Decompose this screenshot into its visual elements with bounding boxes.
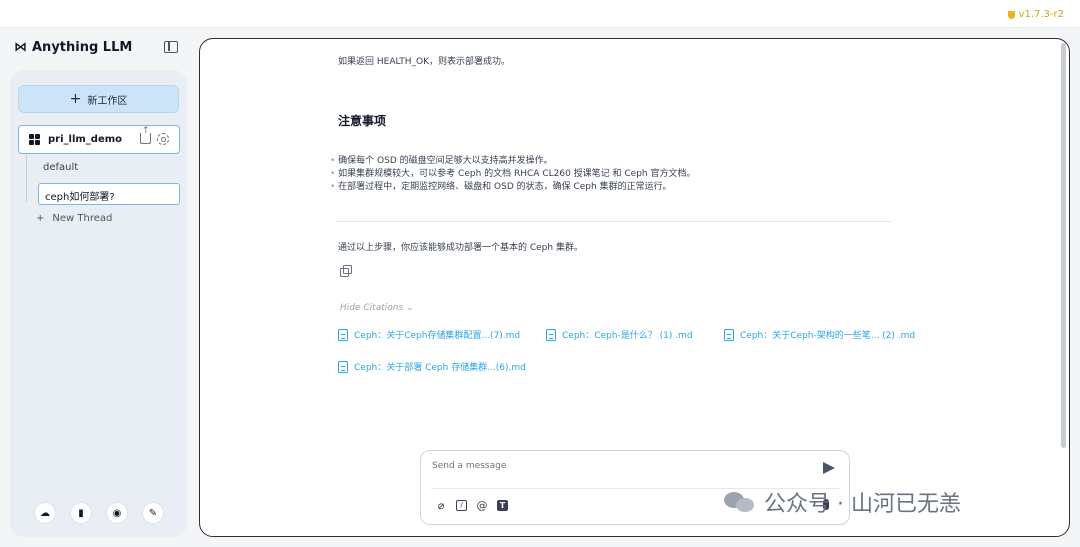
docs-book-icon[interactable]: ▮ [70, 502, 92, 524]
scrollbar[interactable] [1061, 43, 1066, 448]
list-item: 确保每个 OSD 的磁盘空间足够大以支持高并发操作。 [330, 155, 695, 168]
top-bar: v1.7.3-r2 [0, 0, 1080, 28]
citation-link[interactable]: Ceph：Ceph-是什么？ (1) .md [546, 328, 693, 341]
wechat-logo-icon [722, 489, 758, 515]
new-thread-button[interactable]: + New Thread [36, 213, 112, 224]
slash-command-icon[interactable]: / [456, 500, 467, 511]
document-icon [546, 328, 556, 341]
sidebar: + 新工作区 pri_llm_demo default ceph如何部署? + … [10, 70, 187, 537]
citation-link[interactable]: Ceph：关于部署 Ceph 存储集群...(6).md [338, 360, 526, 373]
workspace-name: pri_llm_demo [48, 134, 123, 145]
watermark-text: 公众号 · 山河已无恙 [764, 492, 961, 517]
upload-icon[interactable] [140, 126, 151, 144]
message-paragraph: 通过以上步骤，你应该能够成功部署一个基本的 Ceph 集群。 [338, 243, 583, 253]
citation-label: Ceph：Ceph-是什么？ (1) .md [562, 331, 693, 341]
new-workspace-button[interactable]: + 新工作区 [18, 85, 179, 113]
plus-icon: + [36, 213, 45, 224]
sidebar-footer: ☁ ▮ ◉ ✎ [34, 502, 164, 524]
brand-name: Anything LLM [32, 40, 133, 55]
chat-panel: 如果返回 HEALTH_OK，则表示部署成功。 注意事项 确保每个 OSD 的磁… [199, 38, 1070, 537]
document-icon [724, 328, 734, 341]
plus-icon: + [69, 91, 82, 107]
sidebar-toggle-icon[interactable] [164, 41, 178, 53]
new-thread-label: New Thread [52, 213, 113, 224]
attachment-icon[interactable]: ⌀ [435, 499, 447, 512]
version-label: v1.7.3-r2 [1018, 9, 1064, 20]
community-hub-icon[interactable]: ☁ [34, 502, 56, 524]
document-icon [338, 360, 348, 373]
brand-logo-icon: ⋈ [14, 40, 27, 55]
message-input[interactable]: Send a message [432, 461, 506, 471]
at-agent-icon[interactable]: @ [476, 499, 488, 512]
thread-tree-line [26, 154, 27, 202]
version-badge: v1.7.3-r2 [1007, 9, 1064, 20]
message-heading: 注意事项 [338, 114, 387, 128]
message-paragraph: 如果返回 HEALTH_OK，则表示部署成功。 [338, 57, 510, 67]
copy-icon[interactable] [340, 265, 352, 277]
hide-citations-toggle[interactable]: Hide Citations ⌄ [340, 303, 414, 313]
gear-icon[interactable] [157, 133, 169, 145]
workspace-item[interactable]: pri_llm_demo [18, 125, 180, 154]
workspace-grid-icon [29, 134, 40, 145]
watermark: 公众号 · 山河已无恙 [722, 486, 961, 518]
brand[interactable]: ⋈ Anything LLM [14, 40, 132, 55]
send-icon[interactable] [823, 462, 835, 474]
discord-icon[interactable]: ◉ [106, 502, 128, 524]
message-bullet-list: 确保每个 OSD 的磁盘空间足够大以支持高并发操作。 如果集群规模较大，可以参考… [330, 155, 695, 194]
list-item: 在部署过程中，定期监控网络、磁盘和 OSD 的状态，确保 Ceph 集群的正常运… [330, 181, 695, 194]
document-icon [338, 328, 348, 341]
composer-toolbar: ⌀ / @ T [435, 499, 508, 512]
wrench-settings-icon[interactable]: ✎ [142, 502, 164, 524]
citation-link[interactable]: Ceph：关于Ceph存储集群配置...(7).md [338, 328, 520, 341]
citation-label: Ceph：关于部署 Ceph 存储集群...(6).md [354, 363, 526, 373]
list-item: 如果集群规模较大，可以参考 Ceph 的文档 RHCA CL260 授课笔记 和… [330, 168, 695, 181]
citation-label: Ceph：关于Ceph存储集群配置...(7).md [354, 331, 521, 341]
divider [336, 221, 892, 222]
thread-item-active[interactable]: ceph如何部署? [38, 183, 180, 205]
citation-label: Ceph：关于Ceph-架构的一些笔... (2) .md [740, 331, 916, 341]
shield-icon [1007, 10, 1015, 19]
thread-item-default[interactable]: default [43, 162, 78, 173]
new-workspace-label: 新工作区 [87, 95, 128, 107]
citation-link[interactable]: Ceph：关于Ceph-架构的一些笔... (2) .md [724, 328, 915, 341]
text-size-icon[interactable]: T [497, 500, 508, 511]
